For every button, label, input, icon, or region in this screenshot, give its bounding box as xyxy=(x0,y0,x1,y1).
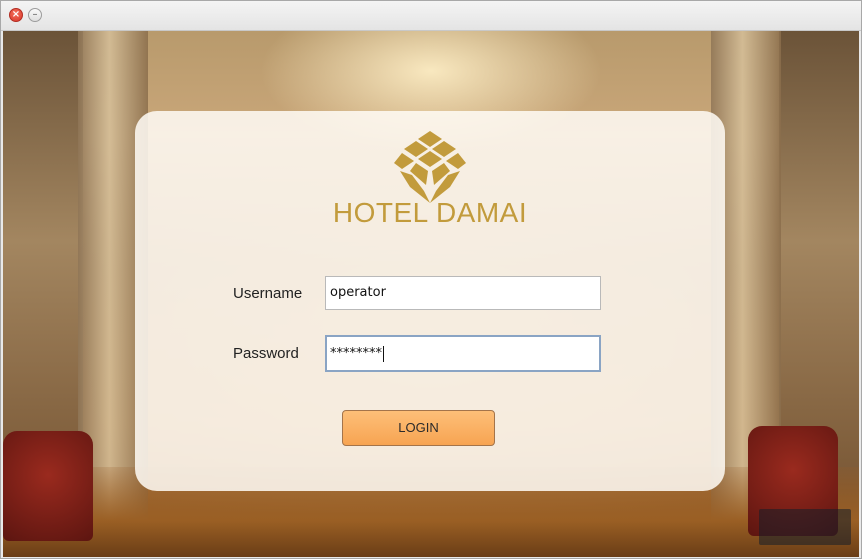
username-input[interactable]: operator xyxy=(325,276,601,310)
background-lobby-image: HOTEL DAMAI Username operator Password *… xyxy=(3,31,859,557)
minimize-icon: – xyxy=(32,9,38,20)
username-value: operator xyxy=(330,285,386,300)
password-input[interactable]: ******** xyxy=(325,335,601,372)
text-caret xyxy=(383,345,384,362)
username-label: Username xyxy=(233,285,303,302)
close-icon: × xyxy=(11,9,21,20)
minimize-window-button[interactable]: – xyxy=(28,8,42,22)
title-bar[interactable]: × – xyxy=(1,1,861,31)
app-window: × – HOTEL DAMAI Username operator Passwo… xyxy=(0,0,862,559)
login-button[interactable]: LOGIN xyxy=(342,410,495,446)
close-window-button[interactable]: × xyxy=(9,8,23,22)
background-chair-left xyxy=(3,431,93,541)
login-panel: HOTEL DAMAI Username operator Password *… xyxy=(135,111,725,491)
hotel-name-logotype: HOTEL DAMAI xyxy=(332,197,528,228)
password-label: Password xyxy=(233,345,299,362)
background-watermark xyxy=(759,509,851,545)
hotel-logo-icon xyxy=(394,131,466,203)
password-masked-value: ******** xyxy=(330,346,382,361)
